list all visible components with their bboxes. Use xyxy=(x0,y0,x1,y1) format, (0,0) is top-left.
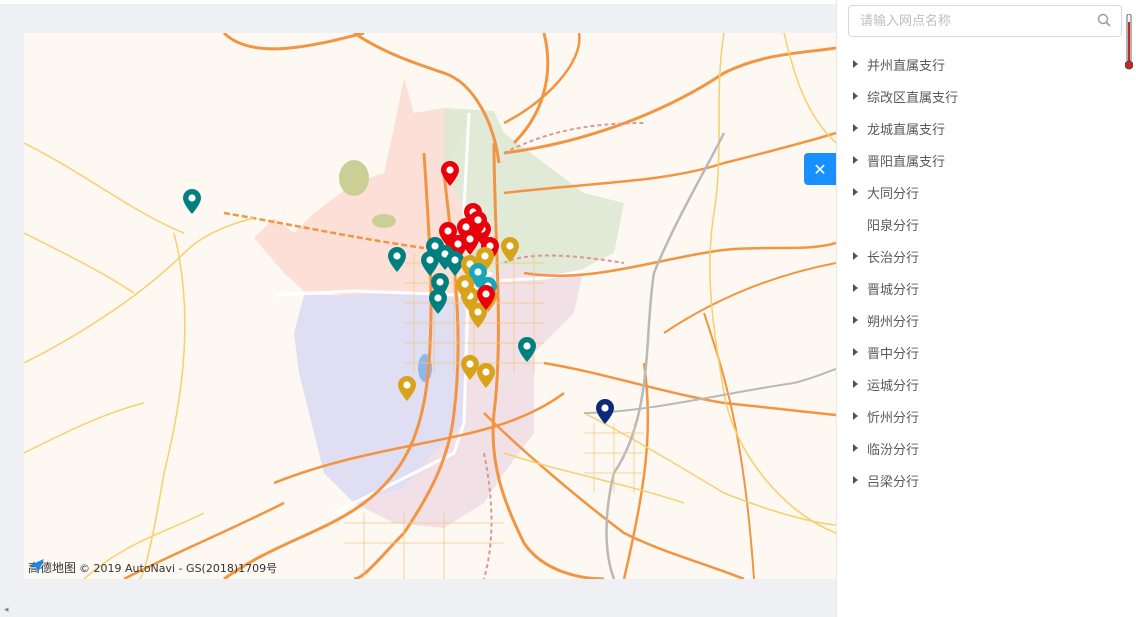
tree-item-label: 并州直属支行 xyxy=(867,58,946,74)
map-marker-icon[interactable] xyxy=(477,363,495,388)
tree-item-label: 晋阳直属支行 xyxy=(867,154,946,170)
top-bar xyxy=(0,0,836,4)
caret-right-icon[interactable] xyxy=(837,60,867,68)
search-icon[interactable] xyxy=(1097,13,1111,27)
caret-right-icon[interactable] xyxy=(837,476,867,484)
tree-item-label: 长治分行 xyxy=(867,250,920,266)
map-marker-icon[interactable] xyxy=(429,289,447,314)
caret-right-icon[interactable] xyxy=(837,124,867,132)
tree-item[interactable]: 运城分行 xyxy=(837,368,1127,400)
search-box[interactable] xyxy=(848,5,1122,37)
caret-right-icon[interactable] xyxy=(837,92,867,100)
tree-item[interactable]: 晋阳直属支行 xyxy=(837,144,1127,176)
caret-right-icon[interactable] xyxy=(837,284,867,292)
tree-item[interactable]: 大同分行 xyxy=(837,176,1127,208)
tree-item-label: 朔州分行 xyxy=(867,314,920,330)
tree-item-label: 综改区直属支行 xyxy=(867,90,959,106)
caret-right-icon[interactable] xyxy=(837,316,867,324)
close-icon: ✕ xyxy=(813,159,827,179)
tree-item[interactable]: 朔州分行 xyxy=(837,304,1127,336)
tree-item-label: 临汾分行 xyxy=(867,442,920,458)
map-marker-icon[interactable] xyxy=(398,376,416,401)
map-marker-icon[interactable] xyxy=(518,337,536,362)
caret-right-icon[interactable] xyxy=(837,444,867,452)
tree-item[interactable]: 长治分行 xyxy=(837,240,1127,272)
tree-item[interactable]: 综改区直属支行 xyxy=(837,80,1127,112)
caret-right-icon[interactable] xyxy=(837,252,867,260)
branch-panel: 并州直属支行综改区直属支行龙城直属支行晋阳直属支行大同分行阳泉分行长治分行晋城分… xyxy=(836,0,1136,617)
copyright-text: © 2019 AutoNavi - GS(2018)1709号 xyxy=(79,561,278,575)
tree-item[interactable]: 吕梁分行 xyxy=(837,464,1127,496)
tree-item[interactable]: 并州直属支行 xyxy=(837,48,1127,80)
map-canvas[interactable]: 高德地图 © 2019 AutoNavi - GS(2018)1709号 xyxy=(24,33,836,579)
tree-item[interactable]: 晋中分行 xyxy=(837,336,1127,368)
tree-item-label: 大同分行 xyxy=(867,186,920,202)
map-marker-icon[interactable] xyxy=(501,237,519,262)
map-attribution: 高德地图 © 2019 AutoNavi - GS(2018)1709号 xyxy=(28,559,277,576)
branch-tree: 并州直属支行 综改区直属支行 龙城直属支行 晋阳直属支行 大同分行阳泉分行长治分行晋城分… xyxy=(837,48,1127,496)
tree-item-label: 运城分行 xyxy=(867,378,920,394)
map-area: 高德地图 © 2019 AutoNavi - GS(2018)1709号 ◂ xyxy=(0,0,836,617)
tree-item-label: 龙城直属支行 xyxy=(867,122,946,138)
tree-item-label: 忻州分行 xyxy=(867,410,920,426)
caret-right-icon[interactable] xyxy=(837,348,867,356)
tree-item-label: 吕梁分行 xyxy=(867,474,920,490)
tree-item-label: 晋中分行 xyxy=(867,346,920,362)
tree-item[interactable]: 临汾分行 xyxy=(837,432,1127,464)
tree-item[interactable]: 龙城直属支行 xyxy=(837,112,1127,144)
tree-item-label: 晋城分行 xyxy=(867,282,920,298)
marker-layer xyxy=(183,161,614,424)
caret-right-icon[interactable] xyxy=(837,188,867,196)
caret-right-icon[interactable] xyxy=(837,156,867,164)
caret-right-icon[interactable] xyxy=(837,380,867,388)
tree-item-label: 阳泉分行 xyxy=(867,218,920,234)
collapse-panel-button[interactable]: ✕ xyxy=(804,153,836,185)
map-marker-icon[interactable] xyxy=(388,247,406,272)
caret-right-icon[interactable] xyxy=(837,412,867,420)
amap-logo-icon xyxy=(28,559,44,573)
tree-item[interactable]: 忻州分行 xyxy=(837,400,1127,432)
search-input[interactable] xyxy=(849,6,1089,36)
map-marker-icon[interactable] xyxy=(183,189,201,214)
scroll-left-arrow-icon[interactable]: ◂ xyxy=(4,605,9,615)
tree-item[interactable]: 阳泉分行 xyxy=(837,208,1127,240)
tree-item[interactable]: 晋城分行 xyxy=(837,272,1127,304)
map-marker-icon[interactable] xyxy=(441,161,459,186)
app-root: 高德地图 © 2019 AutoNavi - GS(2018)1709号 ◂ ✕… xyxy=(0,0,1136,617)
map-marker-icon[interactable] xyxy=(596,399,614,424)
map-marker-icon[interactable] xyxy=(461,355,479,380)
